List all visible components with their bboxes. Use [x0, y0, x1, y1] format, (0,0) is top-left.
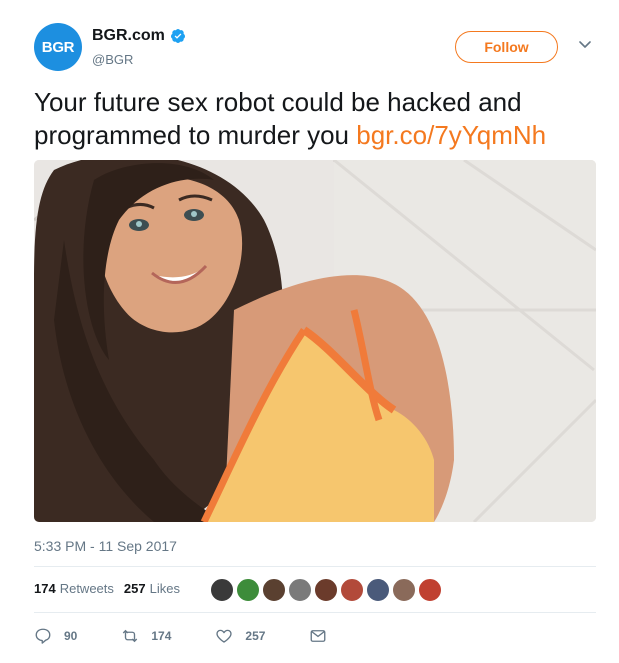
reply-button[interactable]: 90: [34, 627, 77, 645]
retweet-button[interactable]: 174: [121, 627, 171, 645]
avatar-logo-text: BGR: [41, 38, 75, 56]
account-avatar[interactable]: BGR: [34, 23, 82, 71]
divider-top: [34, 566, 596, 567]
reply-count: 90: [64, 629, 78, 643]
retweet-icon: [123, 629, 138, 643]
follow-button[interactable]: Follow: [455, 31, 558, 63]
verified-badge-icon: [170, 29, 185, 43]
like-button[interactable]: 257: [215, 627, 265, 645]
retweet-action-count: 174: [151, 629, 172, 643]
account-handle[interactable]: @BGR: [92, 52, 133, 67]
tweet-stats: 174 Retweets 257 Likes: [34, 581, 190, 596]
liker-avatar[interactable]: [314, 578, 338, 602]
chevron-down-icon[interactable]: [579, 41, 591, 49]
like-action-count: 257: [245, 629, 266, 643]
account-display-name[interactable]: BGR.com: [92, 27, 165, 45]
envelope-icon: [310, 630, 326, 642]
likes-count[interactable]: 257: [124, 581, 146, 596]
liker-avatar[interactable]: [392, 578, 416, 602]
liker-avatars: [210, 578, 442, 602]
tweet-timestamp[interactable]: 5:33 PM - 11 Sep 2017: [34, 538, 177, 554]
direct-message-button[interactable]: [309, 627, 327, 645]
tweet-link[interactable]: bgr.co/7yYqmNh: [356, 120, 546, 150]
reply-icon: [35, 628, 51, 644]
liker-avatar[interactable]: [418, 578, 442, 602]
liker-avatar[interactable]: [288, 578, 312, 602]
liker-avatar[interactable]: [210, 578, 234, 602]
account-name-row: BGR.com: [92, 27, 186, 45]
retweets-label[interactable]: Retweets: [60, 581, 114, 596]
divider-bottom: [34, 612, 596, 613]
liker-avatar[interactable]: [262, 578, 286, 602]
retweets-count[interactable]: 174: [34, 581, 56, 596]
liker-avatar[interactable]: [236, 578, 260, 602]
photo-illustration: [34, 160, 596, 522]
tweet-text: Your future sex robot could be hacked an…: [34, 86, 604, 152]
liker-avatar[interactable]: [340, 578, 364, 602]
heart-icon: [216, 629, 232, 643]
tweet-media-photo[interactable]: [34, 160, 596, 522]
likes-label[interactable]: Likes: [150, 581, 180, 596]
tweet-card: BGR BGR.com @BGR Follow Your future sex …: [0, 0, 619, 663]
liker-avatar[interactable]: [366, 578, 390, 602]
tweet-actions: 90 174 257: [34, 627, 371, 645]
